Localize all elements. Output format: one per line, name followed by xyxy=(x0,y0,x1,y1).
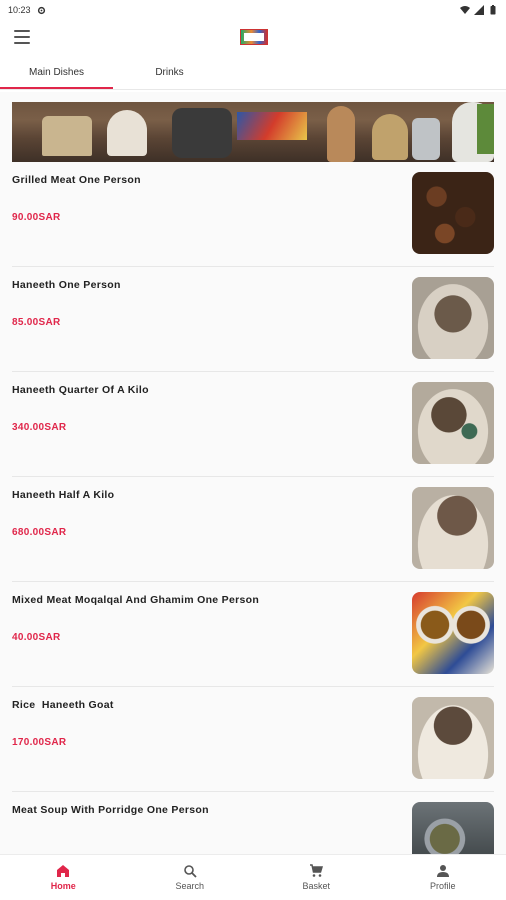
menu-item[interactable]: Haneeth Quarter Of A Kilo 340.00SAR xyxy=(12,372,494,477)
item-name: Grilled Meat One Person xyxy=(12,174,141,186)
category-tabs: Main Dishes Drinks xyxy=(0,56,506,90)
search-icon xyxy=(183,865,197,878)
tab-drinks[interactable]: Drinks xyxy=(113,56,226,89)
cart-icon xyxy=(310,864,324,877)
item-image[interactable] xyxy=(412,382,494,464)
nav-home[interactable]: Home xyxy=(0,855,127,900)
item-name: Meat Soup With Porridge One Person xyxy=(12,804,209,816)
restaurant-logo xyxy=(240,29,268,45)
item-image[interactable] xyxy=(412,277,494,359)
menu-item[interactable]: Grilled Meat One Person 90.00SAR xyxy=(12,162,494,267)
item-price: 85.00SAR xyxy=(12,317,61,328)
bottom-navigation: Home Search Basket Profile xyxy=(0,854,506,900)
status-time: 10:23 xyxy=(8,5,31,15)
wifi-icon xyxy=(460,6,470,14)
item-image[interactable] xyxy=(412,487,494,569)
status-bar: 10:23 xyxy=(0,0,506,20)
item-price: 90.00SAR xyxy=(12,212,61,223)
menu-item[interactable]: Haneeth One Person 85.00SAR xyxy=(12,267,494,372)
restaurant-banner-image xyxy=(12,102,494,162)
item-price: 170.00SAR xyxy=(12,737,67,748)
menu-icon[interactable] xyxy=(14,30,30,44)
menu-list[interactable]: Grilled Meat One Person 90.00SAR Haneeth… xyxy=(0,92,506,854)
person-icon xyxy=(436,865,449,877)
item-name: Haneeth One Person xyxy=(12,279,121,291)
item-price: 340.00SAR xyxy=(12,422,67,433)
menu-item[interactable]: Mixed Meat Moqalqal And Ghamim One Perso… xyxy=(12,582,494,687)
status-right xyxy=(460,5,498,15)
app-bar xyxy=(0,20,506,56)
nav-profile[interactable]: Profile xyxy=(380,855,506,900)
menu-item[interactable]: Rice Haneeth Goat 170.00SAR xyxy=(12,687,494,792)
nav-search-label: Search xyxy=(175,881,205,891)
settings-gear-icon xyxy=(37,6,45,14)
battery-icon xyxy=(490,5,496,15)
nav-profile-label: Profile xyxy=(429,881,456,891)
home-icon xyxy=(57,865,70,877)
menu-item[interactable]: Meat Soup With Porridge One Person xyxy=(12,792,494,854)
item-image[interactable] xyxy=(412,172,494,254)
nav-home-label: Home xyxy=(50,881,76,891)
tab-main-dishes[interactable]: Main Dishes xyxy=(0,56,113,89)
item-name: Mixed Meat Moqalqal And Ghamim One Perso… xyxy=(12,594,260,606)
nav-basket-label: Basket xyxy=(302,881,330,891)
item-image[interactable] xyxy=(412,697,494,779)
status-left: 10:23 xyxy=(8,5,46,15)
nav-basket[interactable]: Basket xyxy=(253,855,380,900)
nav-search[interactable]: Search xyxy=(127,855,254,900)
menu-item[interactable]: Haneeth Half A Kilo 680.00SAR xyxy=(12,477,494,582)
item-image[interactable] xyxy=(412,592,494,674)
item-price: 40.00SAR xyxy=(12,632,61,643)
item-image[interactable] xyxy=(412,802,494,854)
item-price: 680.00SAR xyxy=(12,527,67,538)
item-name: Haneeth Half A Kilo xyxy=(12,489,115,501)
item-name: Rice Haneeth Goat xyxy=(12,699,114,711)
cell-signal-icon xyxy=(474,5,484,15)
item-name: Haneeth Quarter Of A Kilo xyxy=(12,384,149,396)
